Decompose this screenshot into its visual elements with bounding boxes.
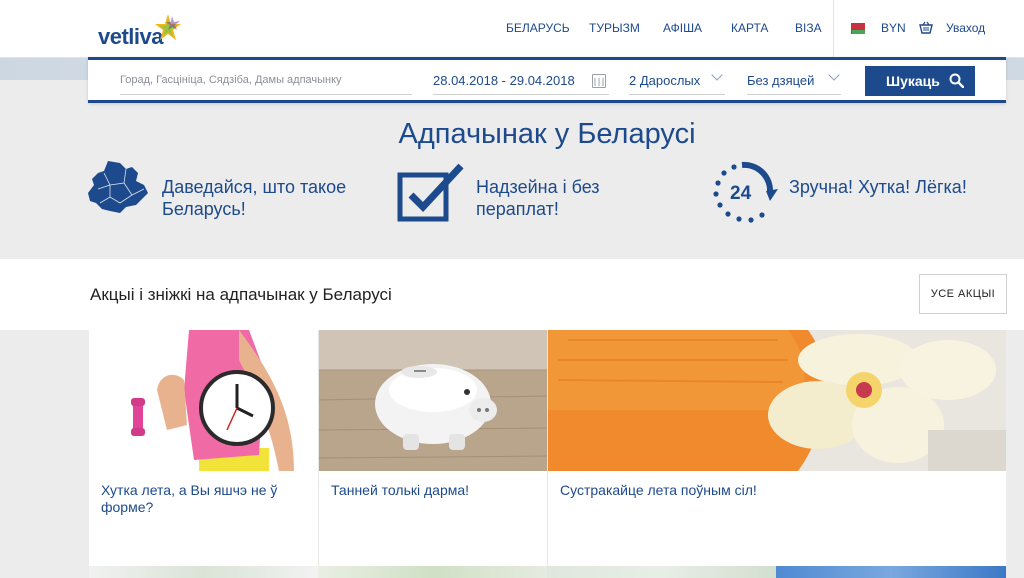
- feature-text-reliable: Надзейна і без пераплат!: [476, 177, 600, 219]
- logo-star-icon: [155, 14, 181, 40]
- promotions-title: Акцыі і зніжкі на адпачынак у Беларусі: [90, 285, 392, 304]
- basket-icon[interactable]: [919, 21, 933, 35]
- next-card-image[interactable]: [318, 566, 547, 578]
- date-range-input[interactable]: 28.04.2018 - 29.04.2018: [433, 69, 609, 95]
- adults-select[interactable]: 2 Дарослых: [629, 69, 725, 95]
- currency-selector[interactable]: BYN: [881, 21, 906, 35]
- search-icon: [949, 73, 964, 88]
- search-panel: Горад, Гасцініца, Сядзіба, Дамы адпачынк…: [88, 57, 1006, 103]
- promotions-header: Акцыі і зніжкі на адпачынак у Беларусі У…: [0, 259, 1024, 330]
- promo-caption[interactable]: Сустракайце лета поўным сіл!: [560, 482, 990, 499]
- feature-text-belarus: Даведайся, што такое Беларусь!: [162, 177, 347, 219]
- nav-afisha[interactable]: АФІША: [663, 21, 702, 35]
- site-header: vetliva БЕЛАРУСЬ ТУРЫЗМ АФІША КАРТА ВІЗА…: [0, 0, 1024, 58]
- belarus-flag-icon[interactable]: [849, 23, 865, 34]
- 24-hours-icon[interactable]: 24: [712, 159, 784, 225]
- promo-card[interactable]: Хутка лета, а Вы яшчэ не ў форме?: [89, 330, 318, 578]
- next-card-image[interactable]: [776, 566, 1006, 578]
- nav-belarus[interactable]: БЕЛАРУСЬ: [506, 21, 570, 35]
- nav-map[interactable]: КАРТА: [731, 21, 768, 35]
- 24-label: 24: [730, 183, 752, 204]
- adults-value: 2 Дарослых: [629, 73, 701, 88]
- promo-caption[interactable]: Танней толькі дарма!: [331, 482, 531, 499]
- login-link[interactable]: Уваход: [946, 21, 985, 35]
- checkmark-icon[interactable]: [397, 163, 467, 223]
- page-title: Адпачынак у Беларусі: [398, 118, 696, 150]
- next-card-image[interactable]: [89, 566, 318, 578]
- children-value: Без дзяцей: [747, 73, 815, 88]
- header-divider: [833, 0, 834, 58]
- next-card-image[interactable]: [547, 566, 776, 578]
- vetliva-logo[interactable]: vetliva: [98, 12, 188, 49]
- search-button[interactable]: Шукаць: [865, 66, 975, 96]
- belarus-map-icon[interactable]: [86, 159, 152, 217]
- promo-card[interactable]: Сустракайце лета поўным сіл!: [547, 330, 1006, 578]
- promo-image-towel-orchid[interactable]: [548, 330, 1006, 471]
- nav-tourism[interactable]: ТУРЫЗМ: [589, 21, 640, 35]
- promo-card[interactable]: Танней толькі дарма!: [318, 330, 547, 578]
- promo-image-piggy-bank[interactable]: [319, 330, 547, 471]
- calendar-icon[interactable]: [592, 74, 606, 88]
- search-button-label: Шукаць: [886, 73, 940, 89]
- all-promotions-button[interactable]: УСЕ АКЦЫІ: [919, 274, 1007, 314]
- promo-caption[interactable]: Хутка лета, а Вы яшчэ не ў форме?: [101, 482, 301, 516]
- feature-text-convenient: Зручна! Хутка! Лёгка!: [789, 177, 967, 197]
- destination-input[interactable]: Горад, Гасцініца, Сядзіба, Дамы адпачынк…: [120, 69, 412, 95]
- children-select[interactable]: Без дзяцей: [747, 69, 841, 95]
- promo-image-fitness[interactable]: [89, 330, 318, 471]
- nav-visa[interactable]: ВІЗА: [795, 21, 822, 35]
